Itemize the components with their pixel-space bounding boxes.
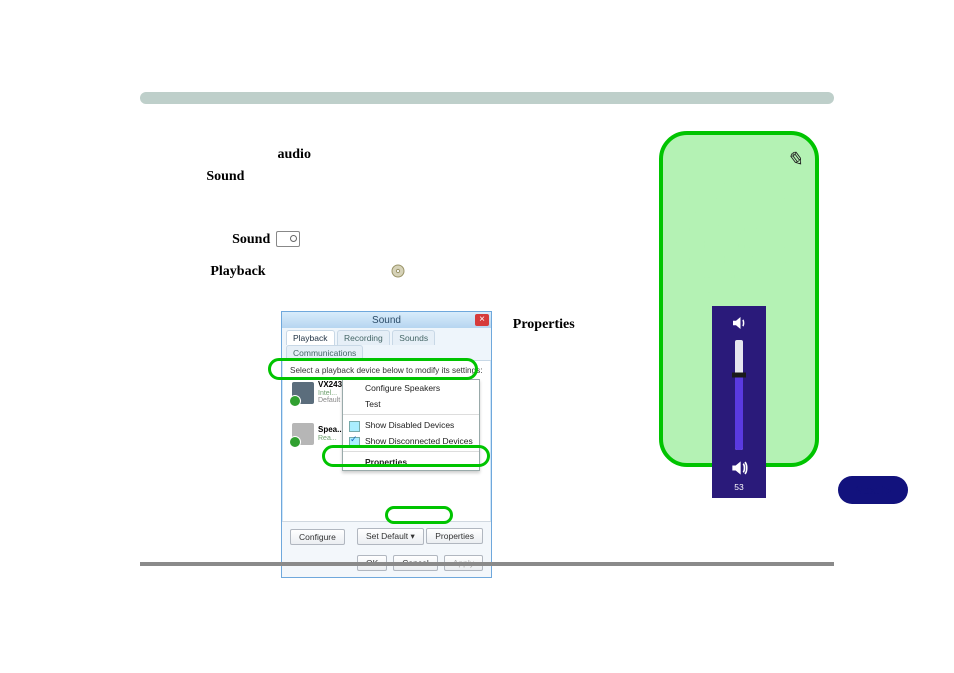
sound-dialog-titlebar[interactable]: Sound × [282,312,491,328]
step-3c: (tab). There will be a [269,264,390,279]
step-3-bold: Playback [210,264,265,279]
tab-sounds[interactable]: Sounds [392,330,435,345]
step-3a: Click [177,264,211,279]
sound-dialog: Sound × Playback Recording Sounds Commun… [281,311,492,578]
volume-thumb[interactable] [732,373,746,378]
set-default-label: Set Default [366,531,408,541]
step-4-bold: Properties [513,317,575,332]
step-1-text: Connect an HDMI cable from the HDMI-Out … [177,200,597,215]
step-2-text-b: control panel. [305,232,382,247]
volume-device-button[interactable]: 53 [729,458,749,492]
device-sub: Rea... [318,435,344,443]
menu-configure-speakers[interactable]: Configure Speakers [343,380,479,396]
menu-show-disconnected[interactable]: Show Disconnected Devices [343,433,479,449]
configure-button[interactable]: Configure [290,529,345,545]
next-nav-button[interactable]: Next ▶ [838,476,908,504]
pencil-icon: ✎ [786,147,803,172]
text: If you wish to stream [155,147,277,162]
speaker-icon [292,423,314,445]
properties-button[interactable]: Properties [426,528,483,544]
volume-slider[interactable] [735,340,743,450]
note-callout: ✎ 1.Click the arrow in the notification … [659,131,819,467]
speaker-icon [729,458,749,482]
menu-show-disabled[interactable]: Show Disabled Devices [343,417,479,433]
note-line-1: Click the arrow in the notification area… [688,174,803,234]
sound-dialog-tabs: Playback Recording Sounds Communications [282,328,491,361]
next-label: Next ▶ [854,483,891,497]
tab-recording[interactable]: Recording [337,330,390,345]
text-bold-sound: Sound [206,169,244,184]
menu-properties[interactable]: Properties [343,454,479,470]
text-bold-audio: audio [277,147,310,162]
step-number: 2. [155,229,173,251]
menu-separator [343,414,479,415]
text-bold: Sound [232,232,270,247]
step-2-text: Go to the [177,232,233,247]
volume-flyout: 53 [712,306,766,498]
step-number: 1. [155,197,173,219]
set-default-button[interactable]: Set Default ▾ [357,528,424,545]
sound-dialog-title: Sound [372,315,401,326]
cd-disc-icon [390,263,406,279]
close-button[interactable]: × [475,314,489,326]
menu-separator [343,451,479,452]
device-name: Spea... [318,426,344,435]
step-4c: ). [578,317,586,332]
step-number: 3. [155,261,173,283]
volume-value: 53 [734,482,743,492]
text: control panel in Windows. [248,169,396,184]
footer-divider [140,562,834,566]
monitor-speaker-icon [292,382,314,404]
device-context-menu: Configure Speakers Test Show Disabled De… [342,379,480,471]
note-text: 1.Click the arrow in the notification ar… [675,174,803,298]
speaker-volume-icon[interactable] [730,314,748,334]
chevron-down-icon: ▾ [410,531,414,541]
header-divider [140,92,834,104]
sound-dialog-instruction: Select a playback device below to modify… [290,366,483,375]
control-panel-sound-icon [276,231,300,247]
step-number: 4. [155,314,173,336]
volume-fill [735,375,743,450]
note-line-2: Right-click the speaker icon at the bott… [688,238,803,298]
tab-playback[interactable]: Playback [286,330,335,345]
menu-test[interactable]: Test [343,396,479,412]
tab-communications[interactable]: Communications [286,345,363,360]
